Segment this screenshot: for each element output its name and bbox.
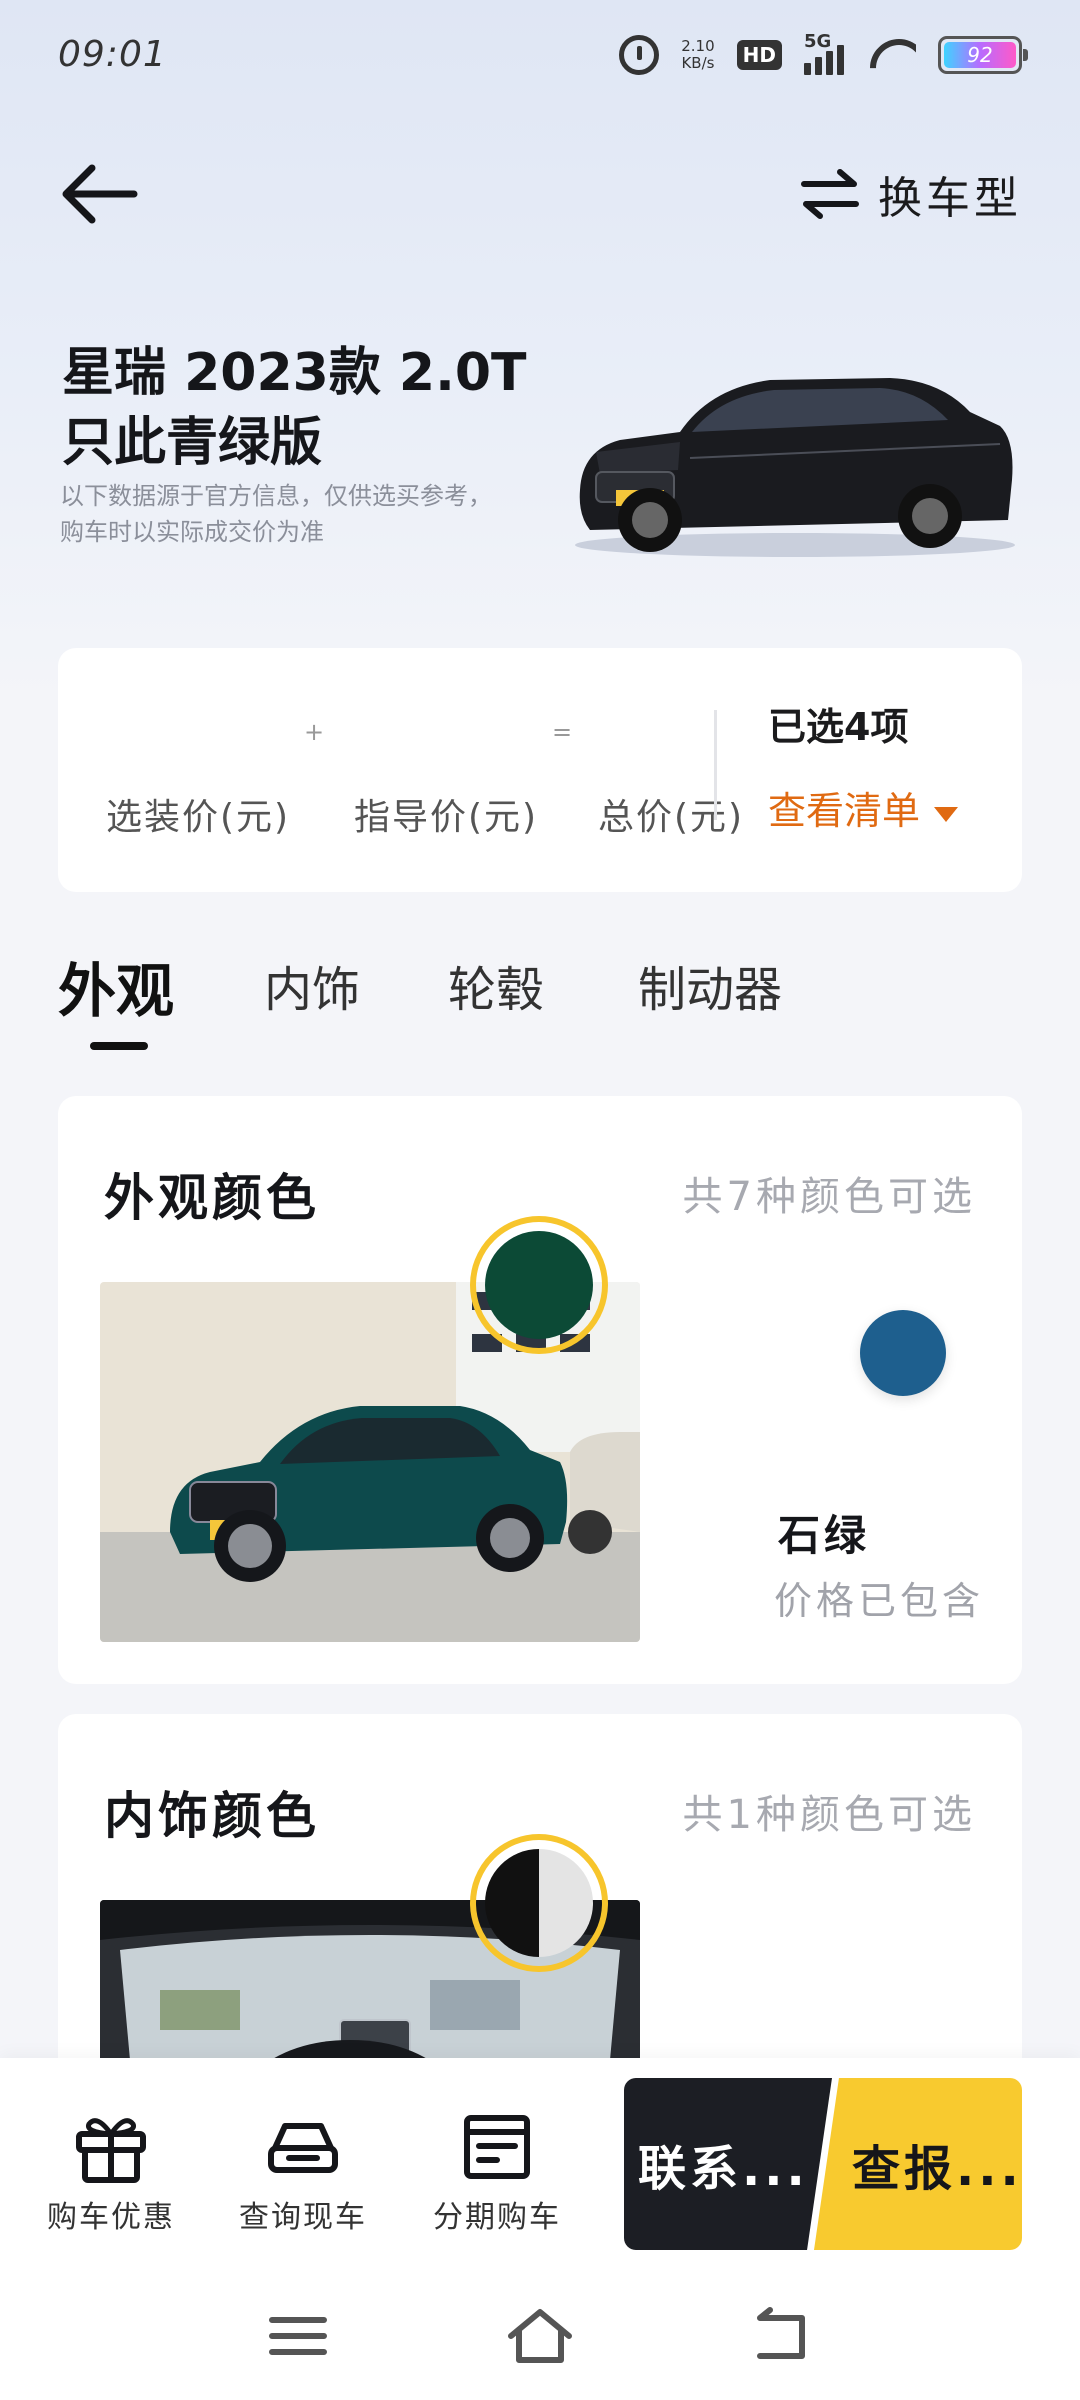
menu-button[interactable]: [264, 2306, 334, 2366]
deals-label: 购车优惠: [47, 2200, 175, 2235]
battery-level: 92: [944, 42, 1016, 68]
swap-arrows-icon: [801, 169, 859, 219]
tab-wheels[interactable]: 轮毂: [448, 950, 544, 1020]
status-icons: 2.10 KB/s HD 5G 92: [619, 30, 1028, 80]
check-report-button[interactable]: 查报...: [814, 2078, 1022, 2250]
exterior-swatch-selected[interactable]: [470, 1216, 608, 1354]
switch-model-label: 换车型: [878, 173, 1022, 224]
menu-icon: [269, 2317, 327, 2355]
hd-icon: HD: [736, 40, 782, 70]
total-price-label: 总价(元): [598, 797, 745, 838]
price-included-note: 价格已包含: [774, 1579, 985, 1623]
return-icon: [757, 2307, 805, 2359]
price-divider: [714, 710, 717, 820]
arrow-left-icon: [62, 164, 138, 224]
selected-count: 已选4项: [768, 705, 909, 749]
system-nav-bar: [0, 2278, 1080, 2400]
interior-color-title: 内饰颜色: [104, 1787, 320, 1845]
option-tabs: 外观 内饰 轮毂 制动器: [58, 950, 1022, 1060]
deals-button[interactable]: 购车优惠: [16, 2110, 206, 2236]
car-hero-image: [575, 378, 1015, 557]
model-title: 星瑞 2023款 2.0T 只此青绿版: [62, 338, 582, 478]
model-title-line1: 星瑞 2023款 2.0T: [62, 343, 527, 403]
installment-label: 分期购车: [433, 2200, 561, 2235]
price-disclaimer: 以下数据源于官方信息，仅供选买参考，购车时以实际成交价为准: [60, 482, 492, 546]
exterior-color-count: 共7种颜色可选: [682, 1174, 976, 1220]
home-button[interactable]: [505, 2306, 575, 2366]
exterior-color-card: 外观颜色 共7种颜色可选 石绿 价格已包含: [58, 1096, 1022, 1684]
status-bar: 09:01 2.10 KB/s HD 5G 92: [0, 0, 1080, 110]
equals-sign: =: [552, 718, 573, 746]
home-icon: [508, 2309, 572, 2363]
alarm-icon: [619, 35, 660, 75]
signal-label: 5G: [804, 31, 832, 52]
exterior-color-title: 外观颜色: [104, 1169, 320, 1227]
network-speed-value: 2.10: [681, 37, 715, 55]
tab-exterior[interactable]: 外观: [58, 944, 174, 1028]
price-summary-card: + = 选装价(元) 指导价(元) 总价(元) 已选4项 查看清单: [58, 648, 1022, 892]
tab-interior[interactable]: 内饰: [264, 950, 360, 1020]
battery-icon: 92: [938, 36, 1028, 74]
selected-color-name: 石绿: [778, 1511, 871, 1560]
interior-color-card: 内饰颜色 共1种颜色可选: [58, 1714, 1022, 2094]
installment-button[interactable]: 分期购车: [402, 2110, 592, 2236]
back-nav-button[interactable]: [746, 2306, 816, 2366]
option-price-label: 选装价(元): [106, 797, 291, 838]
signal-icon: 5G: [804, 31, 848, 75]
contact-dealer-button[interactable]: 联系...: [624, 2078, 832, 2250]
interior-color-count: 共1种颜色可选: [682, 1792, 976, 1838]
document-icon: [464, 2115, 530, 2179]
view-list-button[interactable]: 查看清单: [768, 780, 959, 835]
interior-swatch-selected[interactable]: [470, 1834, 608, 1972]
exterior-swatch-dot: [485, 1231, 593, 1339]
gift-icon: [76, 2118, 146, 2183]
tab-indicator: [90, 1042, 148, 1050]
wifi-icon: [870, 37, 916, 73]
model-title-line2: 只此青绿版: [62, 413, 323, 473]
check-stock-label: 查询现车: [239, 2200, 367, 2235]
view-list-label: 查看清单: [768, 789, 921, 833]
exterior-swatch-blue[interactable]: [860, 1310, 946, 1396]
plus-sign: +: [304, 718, 325, 746]
network-speed: 2.10 KB/s: [681, 38, 714, 72]
switch-model-button[interactable]: 换车型: [800, 160, 1022, 228]
bottom-action-bar: 购车优惠 查询现车 分期购车 联系... 查报...: [0, 2058, 1080, 2278]
tab-brakes[interactable]: 制动器: [638, 950, 782, 1020]
status-time: 09:01: [58, 34, 167, 75]
car-icon: [268, 2123, 338, 2173]
guide-price-label: 指导价(元): [354, 797, 539, 838]
caret-down-icon: [934, 807, 959, 822]
check-stock-button[interactable]: 查询现车: [208, 2110, 398, 2236]
interior-swatch-dot: [485, 1849, 593, 1957]
back-button[interactable]: [58, 160, 140, 228]
network-speed-unit: KB/s: [681, 54, 715, 72]
